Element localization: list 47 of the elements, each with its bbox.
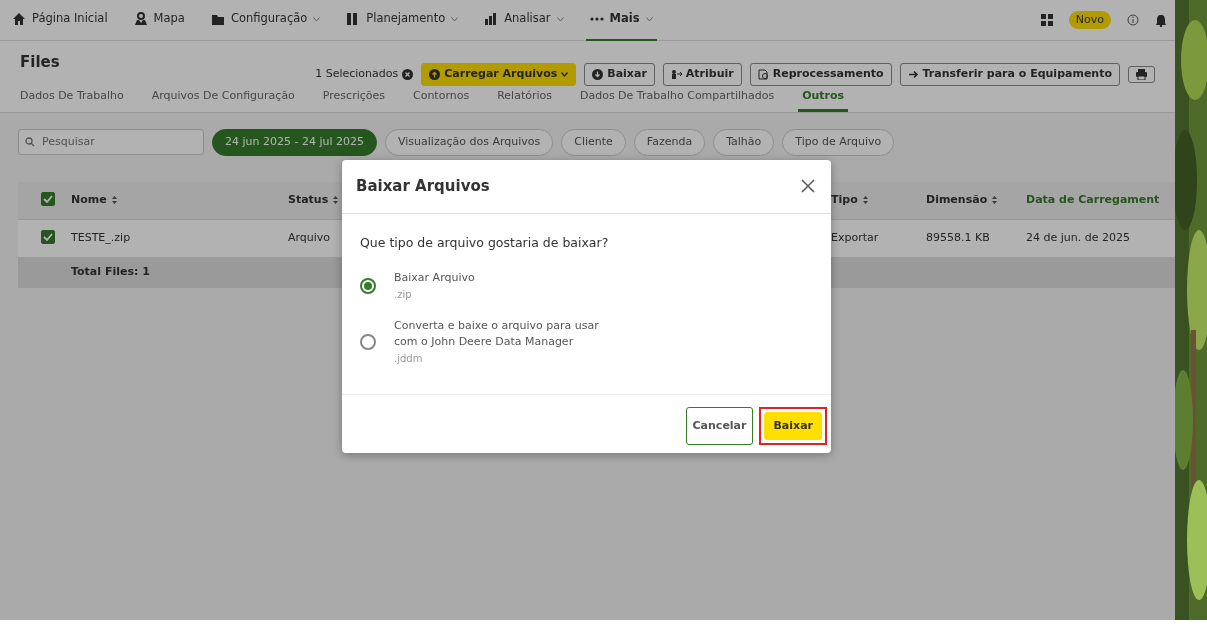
action-button[interactable]: Transferir para o Equipamento [899, 63, 1120, 86]
nav-item[interactable]: Configuração [206, 0, 325, 41]
page-title: Files [20, 53, 60, 71]
table-cell: 24 de jun. de 2025 [1026, 230, 1130, 244]
nav-item[interactable]: Página Inicial [8, 0, 112, 41]
table-cell: Exportar [831, 230, 879, 244]
file-extension: .jddm [394, 351, 424, 366]
option-label: Baixar Arquivo [394, 270, 475, 287]
tab[interactable]: Dados De Trabalho [16, 85, 128, 112]
nav-item[interactable]: Planejamento [342, 0, 463, 41]
nav-item[interactable]: Mapa [129, 0, 189, 41]
column-header[interactable]: Dimensão [926, 191, 988, 209]
action-button[interactable]: Baixar [584, 63, 655, 86]
dialog-question: Que tipo de arquivo gostaria de baixar? [360, 233, 610, 252]
file-extension: .zip [394, 287, 413, 302]
search-field[interactable]: Pesquisar [18, 129, 204, 156]
tab[interactable]: Dados De Trabalho Compartilhados [575, 85, 779, 112]
cancel-button[interactable]: Cancelar [685, 406, 754, 446]
tab[interactable]: Relatórios [493, 85, 556, 112]
download-button[interactable]: Baixar [764, 411, 822, 441]
filter-chip[interactable]: Talhão [713, 129, 775, 156]
filter-chip[interactable]: Tipo de Arquivo [782, 129, 895, 156]
new-badge: Novo [1068, 10, 1111, 30]
table-cell: Arquivo [288, 230, 331, 244]
table-cell: 89558.1 KB [926, 230, 990, 244]
table-footer-text: Total Files: 1 [71, 264, 150, 278]
column-header[interactable]: Nome [71, 191, 107, 209]
nav-item[interactable]: Analisar [480, 0, 568, 41]
filter-chip[interactable]: Cliente [561, 129, 626, 156]
filter-chip[interactable]: Visualização dos Arquivos [385, 129, 554, 156]
action-button[interactable]: Atribuir [662, 63, 742, 86]
nav-item[interactable]: Mais [585, 0, 657, 41]
dialog-title: Baixar Arquivos [356, 177, 490, 196]
filter-chip[interactable]: 24 jun 2025 - 24 jul 2025 [212, 129, 377, 156]
table-cell: TESTE_.zip [71, 230, 131, 244]
action-button[interactable]: Reprocessamento [749, 63, 892, 86]
selection-count: 1 Selecionados [315, 66, 399, 82]
option-label: Converta e baixe o arquivo para usar com o John Deere Data Manager [394, 317, 600, 351]
filter-chip[interactable]: Fazenda [633, 129, 706, 156]
search-input[interactable]: Pesquisar [40, 133, 190, 152]
column-header[interactable]: Status [288, 191, 329, 209]
tab[interactable]: Contornos [409, 85, 474, 112]
column-header[interactable]: Data de Carregament [1026, 191, 1160, 209]
tab[interactable]: Arquivos De Configuração [147, 85, 299, 112]
action-button[interactable]: Carregar Arquivos [421, 63, 577, 86]
column-header[interactable]: Tipo [831, 191, 858, 209]
tab[interactable]: Prescrições [318, 85, 389, 112]
